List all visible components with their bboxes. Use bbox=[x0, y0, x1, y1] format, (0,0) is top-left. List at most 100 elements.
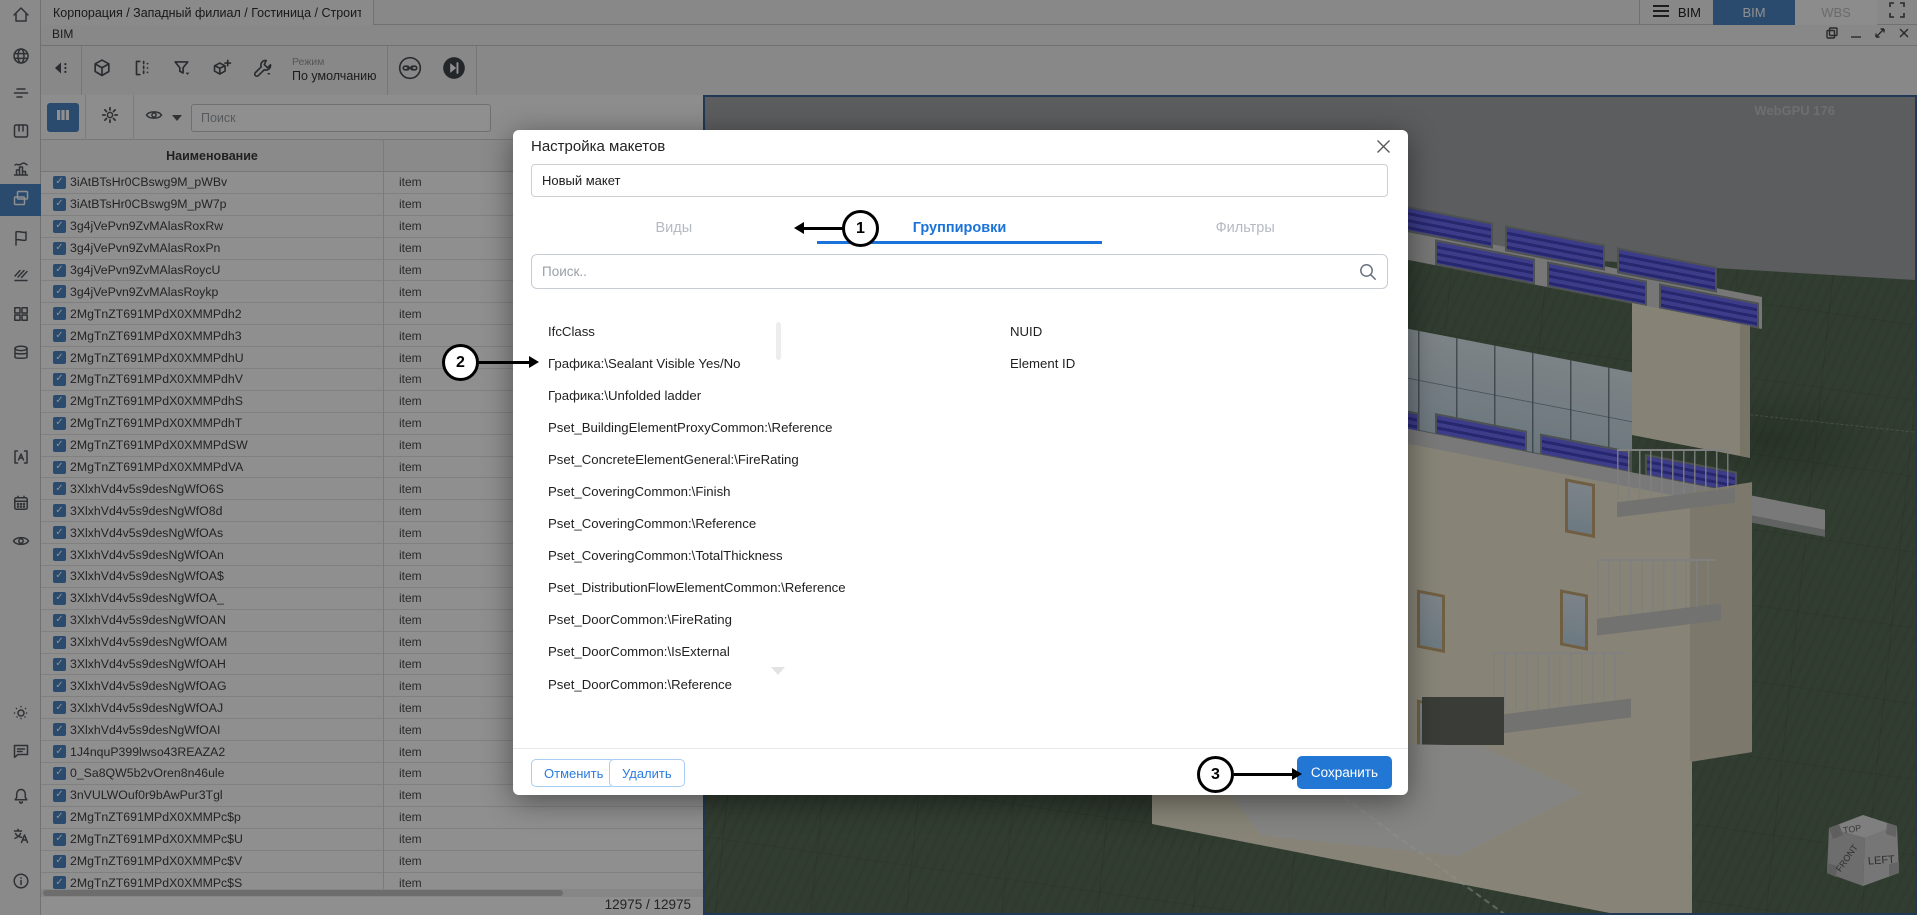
sidebar-item-globe[interactable] bbox=[0, 42, 41, 74]
tab-filters[interactable]: Фильтры bbox=[1102, 214, 1388, 244]
row-checkbox[interactable] bbox=[53, 767, 66, 780]
tree-search-input[interactable] bbox=[191, 104, 491, 132]
row-checkbox[interactable] bbox=[53, 198, 66, 211]
cancel-button[interactable]: Отменить bbox=[531, 759, 616, 787]
attribute-list-item[interactable]: IfcClass bbox=[548, 315, 968, 347]
row-checkbox[interactable] bbox=[53, 855, 66, 868]
row-checkbox[interactable] bbox=[53, 723, 66, 736]
fullscreen-button[interactable] bbox=[1877, 0, 1917, 25]
row-checkbox[interactable] bbox=[53, 658, 66, 671]
attribute-list-item[interactable]: Графика:\Sealant Visible Yes/No bbox=[548, 347, 968, 379]
table-row[interactable]: 2MgTnZT691MPdX0XMMPc$p item bbox=[41, 807, 703, 829]
navigation-cube[interactable]: TOP FRONT LEFT bbox=[1819, 802, 1907, 903]
collapse-panel-button[interactable] bbox=[41, 46, 81, 95]
sidebar-item-layers[interactable] bbox=[0, 184, 41, 216]
row-checkbox[interactable] bbox=[53, 614, 66, 627]
sidebar-item-calendar[interactable] bbox=[0, 489, 41, 521]
sidebar-item-board[interactable] bbox=[0, 117, 41, 149]
bim-menu[interactable]: BIM bbox=[1640, 0, 1713, 25]
row-checkbox[interactable] bbox=[53, 395, 66, 408]
sidebar-item-text-annotation[interactable] bbox=[0, 443, 41, 475]
row-checkbox[interactable] bbox=[53, 351, 66, 364]
restore-window-icon[interactable] bbox=[1825, 26, 1839, 45]
filter-button[interactable] bbox=[162, 46, 202, 95]
attribute-list-item[interactable]: Pset_DoorCommon:\FireRating bbox=[548, 604, 968, 636]
attribute-list-item[interactable]: NUID bbox=[1010, 315, 1350, 347]
table-row[interactable]: 2MgTnZT691MPdX0XMMPc$U item bbox=[41, 829, 703, 851]
row-checkbox[interactable] bbox=[53, 439, 66, 452]
delete-button[interactable]: Удалить bbox=[609, 759, 685, 787]
sidebar-item-comments[interactable] bbox=[0, 737, 41, 769]
row-checkbox[interactable] bbox=[53, 701, 66, 714]
sidebar-item-info[interactable] bbox=[0, 867, 41, 899]
sidebar-item-database[interactable] bbox=[0, 339, 41, 371]
sidebar-item-theme[interactable] bbox=[0, 699, 41, 731]
row-checkbox[interactable] bbox=[53, 570, 66, 583]
row-checkbox[interactable] bbox=[53, 811, 66, 824]
attribute-list-item[interactable]: Pset_ConcreteElementGeneral:\FireRating bbox=[548, 443, 968, 475]
row-checkbox[interactable] bbox=[53, 176, 66, 189]
attribute-list-item[interactable]: Pset_CoveringCommon:\TotalThickness bbox=[548, 540, 968, 572]
visibility-toggle-button[interactable] bbox=[141, 103, 167, 132]
sidebar-item-hatching[interactable] bbox=[0, 262, 41, 294]
model-view-button[interactable] bbox=[82, 46, 122, 95]
row-checkbox[interactable] bbox=[53, 789, 66, 802]
layout-name-input[interactable] bbox=[531, 164, 1388, 197]
row-checkbox[interactable] bbox=[53, 329, 66, 342]
sidebar-item-apps[interactable] bbox=[0, 300, 41, 332]
tools-button[interactable] bbox=[242, 46, 282, 95]
column-header-name[interactable]: Наименование bbox=[41, 140, 383, 172]
attribute-list-item[interactable]: Pset_CoveringCommon:\Finish bbox=[548, 475, 968, 507]
expand-icon[interactable] bbox=[1873, 26, 1887, 45]
columns-view-button[interactable] bbox=[47, 103, 79, 132]
table-settings-button[interactable] bbox=[93, 103, 127, 132]
row-checkbox[interactable] bbox=[53, 876, 66, 889]
row-checkbox[interactable] bbox=[53, 526, 66, 539]
row-checkbox[interactable] bbox=[53, 220, 66, 233]
tab-views[interactable]: Виды bbox=[531, 214, 817, 244]
row-checkbox[interactable] bbox=[53, 482, 66, 495]
save-button[interactable]: Сохранить bbox=[1297, 756, 1392, 789]
sidebar-item-flag[interactable] bbox=[0, 224, 41, 256]
sidebar-item-notifications[interactable] bbox=[0, 782, 41, 814]
sidebar-item-chart[interactable] bbox=[0, 155, 41, 187]
close-window-icon[interactable] bbox=[1897, 26, 1911, 45]
breadcrumb[interactable]: Корпорация / Западный филиал / Гостиница… bbox=[41, 0, 374, 25]
row-checkbox[interactable] bbox=[53, 264, 66, 277]
link-button[interactable] bbox=[388, 46, 432, 95]
visibility-dropdown[interactable] bbox=[169, 103, 185, 132]
horizontal-scrollbar[interactable] bbox=[41, 889, 703, 897]
row-checkbox[interactable] bbox=[53, 833, 66, 846]
tab-wbs[interactable]: WBS bbox=[1795, 0, 1877, 25]
row-checkbox[interactable] bbox=[53, 679, 66, 692]
table-row[interactable]: 2MgTnZT691MPdX0XMMPc$V item bbox=[41, 851, 703, 873]
list-scrollbar[interactable] bbox=[776, 322, 781, 360]
row-checkbox[interactable] bbox=[53, 242, 66, 255]
attribute-list-item[interactable]: Element ID bbox=[1010, 347, 1350, 379]
row-checkbox[interactable] bbox=[53, 461, 66, 474]
row-checkbox[interactable] bbox=[53, 285, 66, 298]
grouping-search-input[interactable] bbox=[531, 254, 1388, 289]
table-row[interactable]: 2MgTnZT691MPdX0XMMPc$S item bbox=[41, 873, 703, 890]
scrollbar-thumb[interactable] bbox=[43, 890, 563, 896]
close-dialog-button[interactable] bbox=[1372, 138, 1394, 160]
attribute-list-item[interactable]: Pset_DistributionFlowElementCommon:\Refe… bbox=[548, 572, 968, 604]
row-checkbox[interactable] bbox=[53, 504, 66, 517]
row-checkbox[interactable] bbox=[53, 636, 66, 649]
row-checkbox[interactable] bbox=[53, 417, 66, 430]
minimize-icon[interactable] bbox=[1849, 26, 1863, 45]
row-checkbox[interactable] bbox=[53, 307, 66, 320]
tab-bim[interactable]: BIM bbox=[1713, 0, 1795, 25]
attribute-list-item[interactable]: Pset_DoorCommon:\IsExternal bbox=[548, 636, 968, 668]
sidebar-item-language[interactable] bbox=[0, 822, 41, 854]
row-checkbox[interactable] bbox=[53, 745, 66, 758]
sidebar-item-home[interactable] bbox=[0, 1, 41, 33]
mode-selector[interactable]: Режим По умолчанию bbox=[282, 56, 387, 85]
attribute-list-item[interactable]: Графика:\Unfolded ladder bbox=[548, 379, 968, 411]
add-model-button[interactable] bbox=[202, 46, 242, 95]
row-checkbox[interactable] bbox=[53, 548, 66, 561]
row-checkbox[interactable] bbox=[53, 373, 66, 386]
section-button[interactable] bbox=[122, 46, 162, 95]
row-checkbox[interactable] bbox=[53, 592, 66, 605]
attribute-list-item[interactable]: Pset_CoveringCommon:\Reference bbox=[548, 508, 968, 540]
